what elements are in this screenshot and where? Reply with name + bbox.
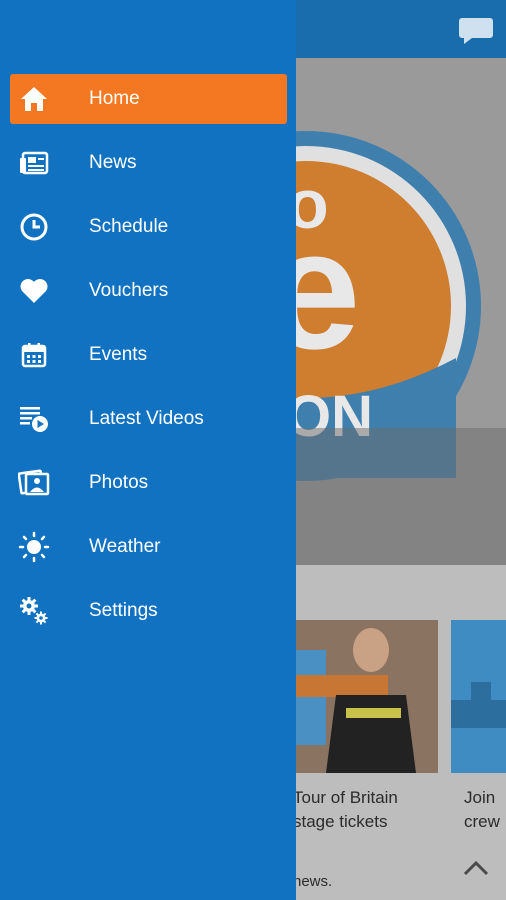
hero-banner[interactable]: o e ON <box>296 58 506 565</box>
navigation-drawer: Home News Schedule Vouchers Events Lates… <box>0 0 296 900</box>
news-card-image[interactable] <box>296 620 438 773</box>
nav-item-latest-videos[interactable]: Latest Videos <box>10 394 287 444</box>
nav-item-weather[interactable]: Weather <box>10 522 287 572</box>
news-card-image[interactable] <box>451 620 506 773</box>
video-list-icon <box>18 403 50 435</box>
chat-icon[interactable] <box>458 14 494 46</box>
chevron-up-icon[interactable] <box>462 858 490 878</box>
news-icon <box>18 147 50 179</box>
photos-icon <box>18 467 50 499</box>
heart-icon <box>18 275 50 307</box>
nav-item-label: Latest Videos <box>89 408 204 429</box>
news-card-title[interactable]: crew <box>464 810 500 834</box>
sun-icon <box>18 531 50 563</box>
nav-item-vouchers[interactable]: Vouchers <box>10 266 287 316</box>
news-card-title[interactable]: Join <box>464 786 495 810</box>
nav-item-label: Photos <box>89 472 149 493</box>
nav-item-label: Weather <box>89 536 161 557</box>
clock-icon <box>18 211 50 243</box>
nav-item-label: Settings <box>89 600 158 621</box>
nav-item-settings[interactable]: Settings <box>10 586 287 636</box>
nav-item-events[interactable]: Events <box>10 330 287 380</box>
nav-item-label: News <box>89 152 137 173</box>
nav-item-home[interactable]: Home <box>10 74 287 124</box>
calendar-icon <box>18 339 50 371</box>
nav-item-photos[interactable]: Photos <box>10 458 287 508</box>
svg-text:e: e <box>296 195 361 385</box>
gears-icon <box>18 595 50 627</box>
home-icon <box>18 83 50 115</box>
nav-item-news[interactable]: News <box>10 138 287 188</box>
nav-item-label: Schedule <box>89 216 169 237</box>
news-card-title[interactable]: stage tickets <box>293 810 388 834</box>
nav-item-label: Home <box>89 88 140 109</box>
nav-item-schedule[interactable]: Schedule <box>10 202 287 252</box>
news-card-title[interactable]: Tour of Britain <box>293 786 398 810</box>
section-footer-text: news. <box>293 873 333 890</box>
nav-item-label: Vouchers <box>89 280 169 301</box>
nav-item-label: Events <box>89 344 148 365</box>
